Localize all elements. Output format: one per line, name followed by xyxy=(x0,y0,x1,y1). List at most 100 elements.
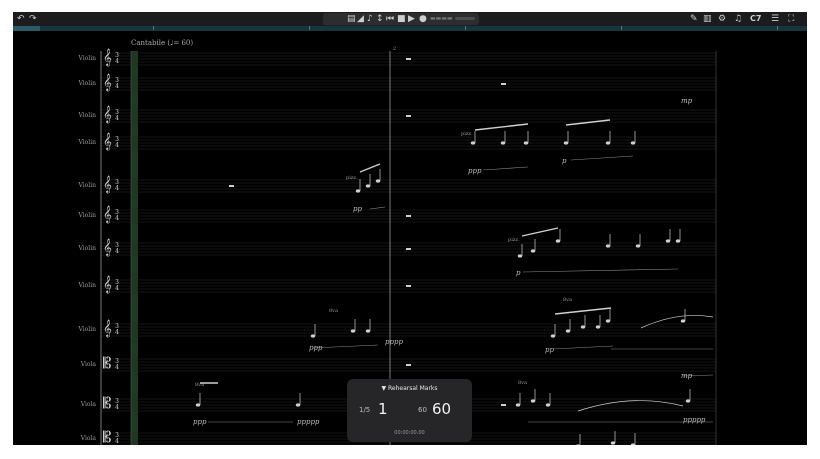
dynamic-mark: ppp xyxy=(309,344,323,352)
slur xyxy=(640,315,714,329)
note-head xyxy=(355,189,361,193)
dynamic-mark: pp xyxy=(545,346,554,354)
dynamic-mark: ppppp xyxy=(297,418,320,426)
tempo-value[interactable]: 60 xyxy=(432,400,451,418)
hairpin xyxy=(369,206,386,210)
time-signature-bottom: 4 xyxy=(115,58,119,65)
note-head xyxy=(500,141,506,145)
rewind-icon[interactable]: ⏮ xyxy=(386,13,394,25)
beam xyxy=(474,123,529,131)
staff-name: Viola xyxy=(80,361,96,368)
time-signature: 34 xyxy=(114,210,120,222)
dynamic-mark: p xyxy=(562,157,567,165)
time-signature: 34 xyxy=(114,137,120,149)
dynamic-mark: mp xyxy=(681,97,693,105)
tempo-label: 60 xyxy=(418,406,427,414)
hairpin xyxy=(570,155,634,161)
rest xyxy=(501,404,506,406)
staff-name: Violin xyxy=(78,80,96,87)
pen-icon[interactable]: ✎ xyxy=(690,13,698,25)
dynamic-mark: mp xyxy=(681,372,693,380)
time-signature: 34 xyxy=(114,243,120,255)
hairpin xyxy=(482,166,529,171)
note-head xyxy=(310,334,316,338)
tuner-icon[interactable]: ♪ xyxy=(367,13,373,25)
rest xyxy=(406,364,411,366)
transport-bar: ▤ ◢ ♪ ↕ ⏮ ■ ▶ ● ▬▬▬▬ xyxy=(323,13,479,25)
note-head xyxy=(580,325,586,329)
fullscreen-icon[interactable]: ⛶ xyxy=(788,13,794,25)
note-head xyxy=(515,403,521,407)
beam xyxy=(359,163,381,173)
treble-clef-icon: 𝄞 xyxy=(103,205,112,223)
measure-number: 2 xyxy=(393,46,397,52)
time-signature-bottom: 4 xyxy=(115,83,119,90)
note-head xyxy=(680,319,686,323)
note-head xyxy=(550,334,556,338)
time-signature-bottom: 4 xyxy=(115,142,119,149)
technique-mark: pizz. xyxy=(508,237,520,243)
time-signature: 34 xyxy=(114,399,120,411)
tuning-fork-icon[interactable]: ♫ xyxy=(734,13,742,25)
note-head xyxy=(517,254,523,258)
play-icon[interactable]: ▶ xyxy=(408,13,415,25)
note-head xyxy=(350,329,356,333)
treble-clef-icon: 𝄞 xyxy=(103,132,112,150)
record-icon[interactable]: ● xyxy=(419,13,427,25)
staff-name: Viola xyxy=(80,401,96,408)
time-signature-bottom: 4 xyxy=(115,438,119,445)
rest xyxy=(406,248,411,250)
rest xyxy=(406,115,411,117)
rehearsal-marks-panel[interactable]: ▼ Rehearsal Marks 1/5 1 60 60 00:00:00.0… xyxy=(347,379,472,442)
rest xyxy=(406,58,411,60)
note-head xyxy=(195,403,201,407)
rest xyxy=(406,285,411,287)
note-head xyxy=(630,141,636,145)
dynamic-mark: pppp xyxy=(385,338,403,346)
position-label: 1/5 xyxy=(359,406,371,414)
time-signature-bottom: 4 xyxy=(115,215,119,222)
piano-icon[interactable]: ▥ xyxy=(703,13,712,25)
note-head xyxy=(365,184,371,188)
time-signature-bottom: 4 xyxy=(115,248,119,255)
list-icon[interactable]: ☰ xyxy=(771,13,779,25)
staff-name: Violin xyxy=(78,326,96,333)
stop-icon[interactable]: ■ xyxy=(397,13,406,25)
level-meter: ▬▬▬▬ xyxy=(430,15,453,22)
position-value[interactable]: 1 xyxy=(378,400,388,418)
time-signature-bottom: 4 xyxy=(115,185,119,192)
score-window: ↶ ↷ ⇆ ▤ ◢ ♪ ↕ ⏮ ■ ▶ ● ▬▬▬▬ ✎ ▥ ⚙ ♫ C7 ☰ … xyxy=(13,12,807,445)
time-readout: 00:00:00.00 xyxy=(394,430,425,436)
time-signature: 34 xyxy=(114,280,120,292)
time-signature-bottom: 4 xyxy=(115,404,119,411)
dynamic-mark: ppppp xyxy=(683,416,706,424)
rest xyxy=(406,215,411,217)
metronome-icon[interactable]: ◢ xyxy=(357,13,364,25)
key-label[interactable]: C7 xyxy=(750,13,761,25)
note-head xyxy=(555,239,561,243)
redo-icon[interactable]: ↷ xyxy=(29,13,37,25)
undo-icon[interactable]: ↶ xyxy=(17,13,25,25)
time-signature: 34 xyxy=(114,78,120,90)
technique-mark: pizz. xyxy=(461,131,473,137)
gear-icon[interactable]: ⚙ xyxy=(718,13,726,25)
volume-slider[interactable] xyxy=(455,17,475,20)
tempo-icon[interactable]: ↕ xyxy=(376,13,384,25)
note-head xyxy=(545,403,551,407)
mixer-icon[interactable]: ▤ xyxy=(347,13,356,25)
note-head xyxy=(375,179,381,183)
note-head xyxy=(563,141,569,145)
hairpin xyxy=(312,344,379,349)
alto-clef-icon: 𝄡 xyxy=(103,394,112,412)
staff-name: Violin xyxy=(78,245,96,252)
treble-clef-icon: 𝄞 xyxy=(103,238,112,256)
rehearsal-marks-header[interactable]: ▼ Rehearsal Marks xyxy=(347,385,472,392)
ottava-mark: 8va xyxy=(563,297,572,303)
treble-clef-icon: 𝄞 xyxy=(103,73,112,91)
time-signature-bottom: 4 xyxy=(115,285,119,292)
note-head xyxy=(605,141,611,145)
top-toolbar: ↶ ↷ ⇆ ▤ ◢ ♪ ↕ ⏮ ■ ▶ ● ▬▬▬▬ ✎ ▥ ⚙ ♫ C7 ☰ … xyxy=(13,12,807,26)
technique-mark: pizz. xyxy=(346,175,358,181)
ottava-mark: 8va xyxy=(195,382,204,388)
rest xyxy=(501,83,506,85)
